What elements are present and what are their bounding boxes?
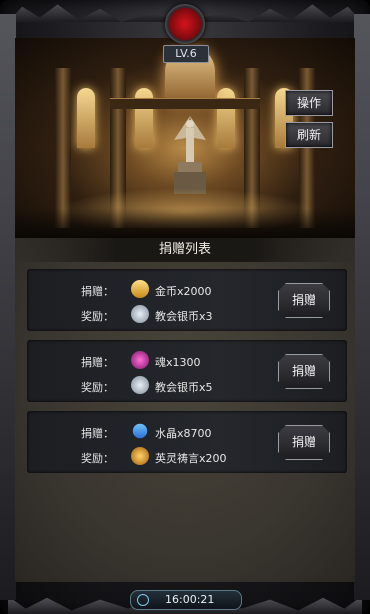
gold-coin-icon <box>131 280 149 298</box>
clock-bar: 16:00:21 <box>130 590 242 610</box>
refresh-button[interactable]: 刷新 <box>285 122 333 148</box>
floor-shadow <box>15 208 355 238</box>
reward-label: 奖励： <box>81 381 114 394</box>
donation-row: 捐赠： 金币x2000 奖励： 教会银币x3 捐赠 <box>27 269 347 331</box>
frame-left-border <box>0 14 16 600</box>
clock-time: 16:00:21 <box>165 593 215 606</box>
reward-label: 奖励： <box>81 310 114 323</box>
soul-icon <box>131 351 149 369</box>
donate-button[interactable]: 捐赠 <box>278 283 330 318</box>
donate-button[interactable]: 捐赠 <box>278 354 330 389</box>
donate-item: 水晶x8700 <box>155 427 212 440</box>
winged-statue <box>174 116 206 194</box>
church-silver-coin-icon <box>131 305 149 323</box>
donate-item: 金币x2000 <box>155 285 212 298</box>
donate-label: 捐赠： <box>81 427 114 440</box>
donate-item: 魂x1300 <box>155 356 201 369</box>
cathedral-window <box>135 88 153 148</box>
donation-panel: 捐赠列表 捐赠： 金币x2000 奖励： 教会银币x3 捐赠 捐赠： 魂x130… <box>15 238 355 582</box>
donation-row: 捐赠： 魂x1300 奖励： 教会银币x5 捐赠 <box>27 340 347 402</box>
donation-row: 捐赠： 水晶x8700 奖励： 英灵祷言x200 捐赠 <box>27 411 347 473</box>
reward-item: 英灵祷言x200 <box>155 452 227 465</box>
donate-label: 捐赠： <box>81 356 114 369</box>
reward-item: 教会银币x3 <box>155 310 213 323</box>
hero-prayer-icon <box>131 447 149 465</box>
donate-button[interactable]: 捐赠 <box>278 425 330 460</box>
cathedral-window <box>217 88 235 148</box>
reward-label: 奖励： <box>81 452 114 465</box>
church-silver-coin-icon <box>131 376 149 394</box>
reward-item: 教会银币x5 <box>155 381 213 394</box>
game-window-frame: LV.6 操作 刷新 捐赠列表 捐赠： 金币x2000 奖励： 教会银币x3 捐… <box>0 0 370 614</box>
donation-list-title: 捐赠列表 <box>15 238 355 262</box>
balcony <box>110 98 260 109</box>
crystal-icon <box>129 420 151 442</box>
donate-label: 捐赠： <box>81 285 114 298</box>
frame-right-border <box>354 14 370 600</box>
level-badge: LV.6 <box>163 45 209 63</box>
cathedral-window <box>77 88 95 148</box>
operate-button[interactable]: 操作 <box>285 90 333 116</box>
red-gem-ornament <box>165 4 205 44</box>
clock-icon <box>137 594 149 606</box>
